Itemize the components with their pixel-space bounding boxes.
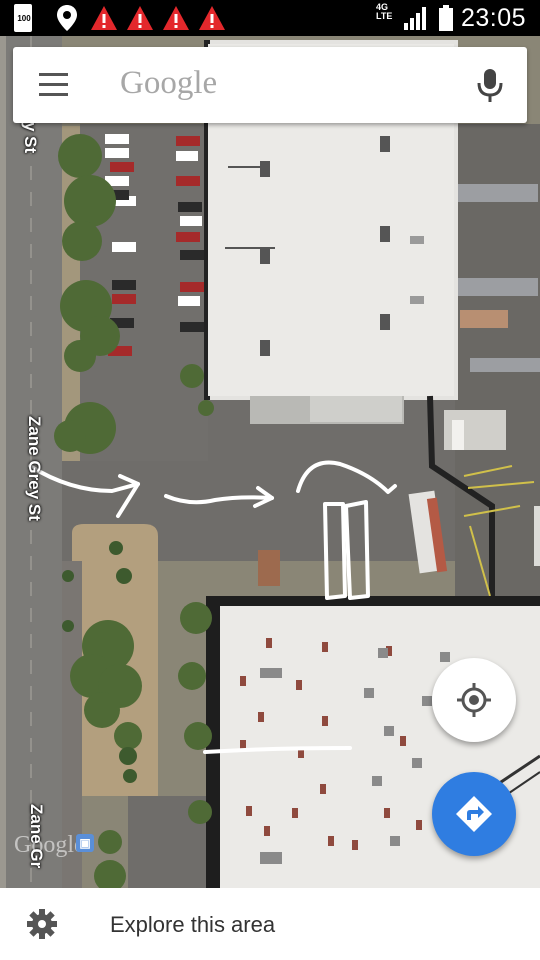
search-bar[interactable]: Google: [13, 47, 527, 123]
battery-level: 100: [17, 14, 31, 23]
microphone-icon[interactable]: [475, 67, 505, 103]
hamburger-menu-icon[interactable]: [39, 73, 69, 97]
clock: 23:05: [460, 4, 526, 32]
warning-icon: [91, 6, 117, 30]
satellite-map[interactable]: y St Zane Grey St Zane Gr: [0, 36, 540, 888]
location-pin-icon: [57, 5, 77, 31]
gear-icon: [27, 909, 57, 939]
network-type: 4G LTE: [376, 3, 392, 21]
battery-icon: 100: [14, 4, 32, 32]
warning-icon: [127, 6, 153, 30]
my-location-icon: [457, 683, 491, 717]
warning-icon: [163, 6, 189, 30]
transit-badge-icon: ▣: [76, 834, 94, 852]
status-bar: 100 4G LTE 23:05: [0, 0, 540, 36]
warning-icon: [199, 6, 225, 30]
satellite-imagery: [0, 36, 540, 888]
signal-icon: [404, 7, 426, 30]
network-type-bottom: LTE: [376, 11, 393, 21]
explore-panel[interactable]: Explore this area: [0, 888, 540, 960]
search-input[interactable]: Google: [120, 65, 217, 102]
street-label: Zane Grey St: [25, 416, 44, 521]
directions-button[interactable]: [432, 772, 516, 856]
google-watermark: Google: [14, 832, 85, 858]
explore-label[interactable]: Explore this area: [110, 912, 275, 938]
my-location-button[interactable]: [432, 658, 516, 742]
directions-icon: [456, 796, 492, 832]
battery-full-icon: [439, 5, 453, 31]
street-label: y St: [21, 122, 40, 154]
